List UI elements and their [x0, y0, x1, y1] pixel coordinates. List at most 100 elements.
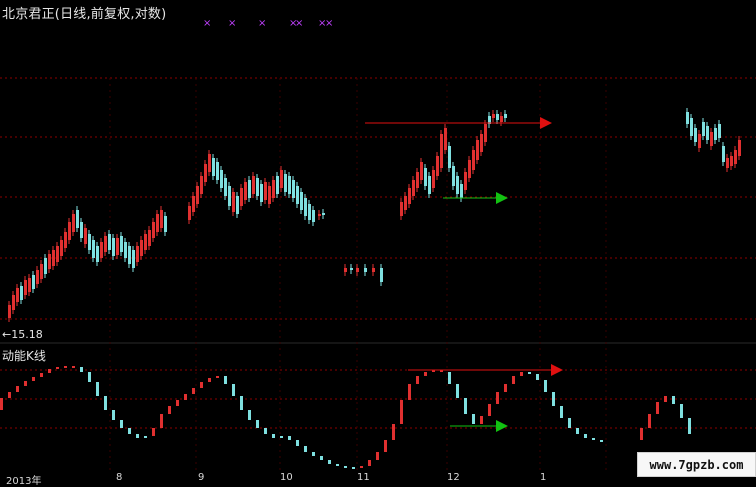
indicator-bar-down	[128, 428, 131, 434]
indicator-bar-up	[504, 384, 507, 392]
candle-up	[710, 132, 713, 146]
candle-down	[296, 186, 299, 204]
candle-up	[144, 234, 147, 250]
candle-up	[252, 176, 255, 194]
candle-down	[722, 146, 725, 162]
candle-up	[196, 186, 199, 204]
indicator-bar-down	[104, 396, 107, 410]
indicator-bar-up	[216, 376, 219, 378]
indicator-bar-down	[688, 418, 691, 434]
candle-up	[148, 230, 151, 246]
indicator-bar-up	[384, 440, 387, 452]
candle-down	[92, 240, 95, 258]
candle-down	[164, 216, 167, 232]
candle-up	[372, 268, 375, 272]
candle-down	[96, 246, 99, 262]
indicator-bar-up	[496, 392, 499, 404]
candle-up	[64, 232, 67, 248]
candle-up	[40, 264, 43, 279]
candle-up	[464, 172, 467, 190]
candle-down	[424, 168, 427, 186]
candle-up	[140, 240, 143, 256]
indicator-bar-down	[584, 434, 587, 438]
indicator-bar-down	[568, 418, 571, 428]
candle-down	[460, 184, 463, 198]
candle-up	[36, 270, 39, 284]
candle-up	[152, 222, 155, 238]
indicator-bar-up	[512, 376, 515, 384]
top-marker: ×	[295, 18, 303, 29]
indicator-bar-up	[368, 460, 371, 466]
candle-up	[344, 268, 347, 272]
candle-down	[694, 128, 697, 142]
indicator-bar-up	[360, 466, 363, 468]
candle-down	[216, 162, 219, 180]
candle-down	[504, 114, 507, 118]
time-tick: 8	[116, 472, 123, 483]
indicator-bar-down	[296, 440, 299, 446]
indicator-bar-down	[120, 420, 123, 428]
candle-up	[356, 268, 359, 272]
grid-top	[0, 77, 756, 344]
candle-down	[88, 234, 91, 250]
indicator-bar-down	[280, 436, 283, 438]
candle-up	[8, 305, 11, 318]
top-marker: ×	[258, 18, 266, 29]
indicator-bar-up	[416, 376, 419, 384]
indicator-bar-down	[600, 440, 603, 442]
candle-up	[84, 228, 87, 244]
indicator-bar-up	[488, 404, 491, 416]
indicator-bar-up	[48, 369, 51, 373]
indicator-bar-down	[456, 384, 459, 398]
candle-down	[364, 268, 367, 272]
indicator-bar-down	[264, 428, 267, 434]
candle-down	[448, 146, 451, 168]
indicator-bar-down	[528, 372, 531, 374]
candle-down	[124, 242, 127, 258]
indicator-red-arrow-head	[551, 364, 563, 376]
candle-up	[52, 250, 55, 266]
indicator-bar-up	[152, 428, 155, 436]
candle-up	[726, 158, 729, 168]
indicator-bar-up	[648, 414, 651, 428]
arrows-group	[365, 117, 563, 432]
indicator-bar-down	[560, 406, 563, 418]
indicator-bar-down	[240, 396, 243, 410]
indicator-bar-up	[16, 386, 19, 392]
candle-up	[188, 206, 191, 220]
candle-down	[276, 176, 279, 194]
indicator-bar-down	[232, 384, 235, 396]
candle-up	[444, 128, 447, 150]
indicator-bar-down	[344, 466, 347, 468]
indicator-bar-up	[24, 381, 27, 386]
candle-down	[120, 236, 123, 252]
candle-up	[476, 140, 479, 160]
indicator-bar-up	[376, 452, 379, 460]
candle-up	[280, 170, 283, 188]
candle-up	[204, 164, 207, 182]
indicator-bar-down	[328, 460, 331, 464]
candle-up	[192, 196, 195, 212]
candle-up	[734, 150, 737, 164]
candle-up	[16, 288, 19, 302]
candle-down	[20, 286, 23, 300]
time-tick: 12	[447, 472, 460, 483]
candle-up	[440, 134, 443, 168]
candle-down	[256, 178, 259, 196]
candle-down	[456, 176, 459, 194]
candle-down	[702, 122, 705, 136]
watermark-badge: www.7gpzb.com	[637, 452, 756, 477]
indicator-bar-up	[184, 394, 187, 400]
indicator-bar-down	[136, 434, 139, 438]
price-green-arrow-head	[496, 192, 508, 204]
candle-down	[80, 222, 83, 238]
candle-down	[428, 176, 431, 194]
candle-up	[12, 295, 15, 310]
candle-up	[104, 236, 107, 252]
indicator-bar-down	[464, 398, 467, 414]
indicator-group	[0, 366, 691, 469]
candle-up	[420, 162, 423, 180]
candle-down	[44, 258, 47, 274]
candle-down	[690, 118, 693, 136]
candle-down	[706, 126, 709, 140]
